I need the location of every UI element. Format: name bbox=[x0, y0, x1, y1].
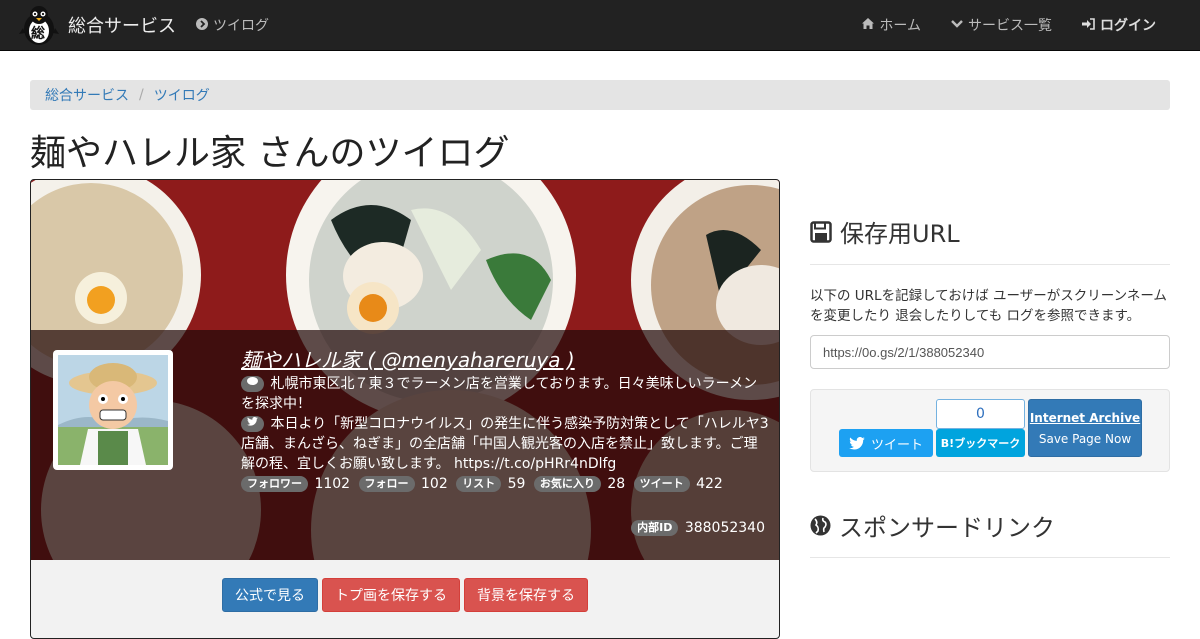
sponsored-title: スポンサードリンク bbox=[839, 514, 1055, 542]
save-url-description: 以下の URLを記録しておけば ユーザーがスクリーンネームを変更したり 退会した… bbox=[810, 288, 1167, 324]
page-title: 麺やハレル家 さんのツイログ bbox=[30, 133, 510, 174]
breadcrumb: 総合サービス / ツイログ bbox=[30, 80, 1170, 110]
chevron-circle-right-icon bbox=[196, 17, 208, 33]
stat-lists-label: リスト bbox=[456, 476, 502, 492]
divider bbox=[810, 264, 1170, 265]
sign-in-icon bbox=[1082, 17, 1095, 33]
breadcrumb-home-link[interactable]: 総合サービス bbox=[45, 85, 129, 105]
internal-id-label: 内部ID bbox=[631, 520, 679, 536]
save-url-title: 保存用URL bbox=[840, 220, 960, 248]
nav-services-label: サービス一覧 bbox=[968, 18, 1052, 34]
twitter-icon bbox=[849, 436, 865, 450]
view-official-button[interactable]: 公式で見る bbox=[222, 578, 318, 612]
profile-stats: フォロワー 1102 フォロー 102 リスト 59 お気に入り 28 ツイート… bbox=[241, 474, 769, 494]
avatar-image bbox=[58, 355, 168, 465]
save-url-input[interactable] bbox=[810, 335, 1170, 369]
ia-subtitle: Save Page Now bbox=[1038, 432, 1132, 446]
stat-followers-label: フォロワー bbox=[241, 476, 308, 492]
floppy-disk-icon bbox=[810, 220, 832, 243]
stat-following-label: フォロー bbox=[358, 476, 415, 492]
sponsored-heading: スポンサードリンク bbox=[810, 508, 1055, 543]
share-buttons: ツイート 0 B!ブックマーク Internet Archive Save Pa… bbox=[810, 389, 1170, 472]
internal-id: 内部ID 388052340 bbox=[631, 520, 765, 536]
nav-tsuilog-link[interactable]: ツイログ bbox=[196, 15, 269, 35]
tweet-label: ツイート bbox=[870, 437, 923, 453]
stat-tweets-label: ツイート bbox=[633, 476, 690, 492]
nav-login-label: ログイン bbox=[1100, 18, 1156, 34]
penguin-logo-icon: 総 bbox=[18, 4, 60, 46]
profile-bio-text: 札幌市東区北７東３でラーメン店を営業しております。日々美味しいラーメンを探求中！ bbox=[241, 376, 758, 412]
stat-lists-value: 59 bbox=[507, 476, 526, 492]
internet-archive-button[interactable]: Internet Archive Save Page Now bbox=[1028, 399, 1142, 457]
breadcrumb-tsuilog-link[interactable]: ツイログ bbox=[154, 85, 210, 105]
nav-home-label: ホーム bbox=[879, 18, 921, 34]
stat-following-value: 102 bbox=[421, 476, 448, 492]
profile-latest-tweet: 本日より「新型コロナウイルス」の発生に伴う感染予防対策として「ハレルヤ3店舗、ま… bbox=[241, 414, 769, 474]
profile-info: 麺やハレル家 ( @menyahareruya ) 札幌市東区北７東３でラーメン… bbox=[241, 350, 769, 494]
save-url-heading: 保存用URL bbox=[810, 214, 960, 249]
nav-home-link[interactable]: ホーム bbox=[862, 15, 921, 35]
globe-icon bbox=[810, 515, 831, 536]
save-background-button[interactable]: 背景を保存する bbox=[464, 578, 588, 612]
stat-tweets-value: 422 bbox=[696, 476, 723, 492]
ia-title: Internet Archive bbox=[1029, 411, 1141, 425]
profile-actions: 公式で見る トプ画を保存する 背景を保存する bbox=[31, 578, 779, 612]
internal-id-value: 388052340 bbox=[684, 520, 765, 536]
tweet-button[interactable]: ツイート bbox=[839, 429, 933, 457]
brand-name: 総合サービス bbox=[68, 16, 176, 37]
breadcrumb-separator: / bbox=[139, 87, 144, 103]
comment-icon bbox=[241, 376, 264, 392]
nav-services-link[interactable]: サービス一覧 bbox=[951, 15, 1052, 35]
stat-followers-value: 1102 bbox=[314, 476, 351, 492]
stat-favorites-value: 28 bbox=[607, 476, 626, 492]
nav-login-link[interactable]: ログイン bbox=[1082, 15, 1156, 35]
stat-favorites-label: お気に入り bbox=[533, 476, 601, 492]
divider bbox=[810, 557, 1170, 558]
profile-latest-tweet-text: 本日より「新型コロナウイルス」の発生に伴う感染予防対策として「ハレルヤ3店舗、ま… bbox=[241, 416, 769, 472]
hatena-count: 0 bbox=[936, 399, 1025, 429]
profile-avatar[interactable] bbox=[53, 350, 173, 470]
save-header-image-button[interactable]: トプ画を保存する bbox=[322, 578, 460, 612]
home-icon bbox=[862, 18, 875, 32]
navbar: 総 総合サービス ツイログ ホーム サービス一覧 ログイン bbox=[0, 0, 1200, 51]
logo-char: 総 bbox=[31, 26, 45, 42]
profile-bio: 札幌市東区北７東３でラーメン店を営業しております。日々美味しいラーメンを探求中！ bbox=[241, 374, 769, 414]
hatena-bookmark-button[interactable]: B!ブックマーク bbox=[936, 429, 1025, 457]
profile-name-link[interactable]: 麺やハレル家 ( @menyahareruya ) bbox=[241, 350, 769, 370]
profile-card: 麺やハレル家 ( @menyahareruya ) 札幌市東区北７東３でラーメン… bbox=[30, 179, 780, 639]
brand-link[interactable]: 総 総合サービス bbox=[18, 4, 176, 46]
chevron-down-icon bbox=[951, 18, 963, 32]
nav-tsuilog-label: ツイログ bbox=[213, 18, 269, 34]
twitter-icon bbox=[241, 416, 264, 432]
